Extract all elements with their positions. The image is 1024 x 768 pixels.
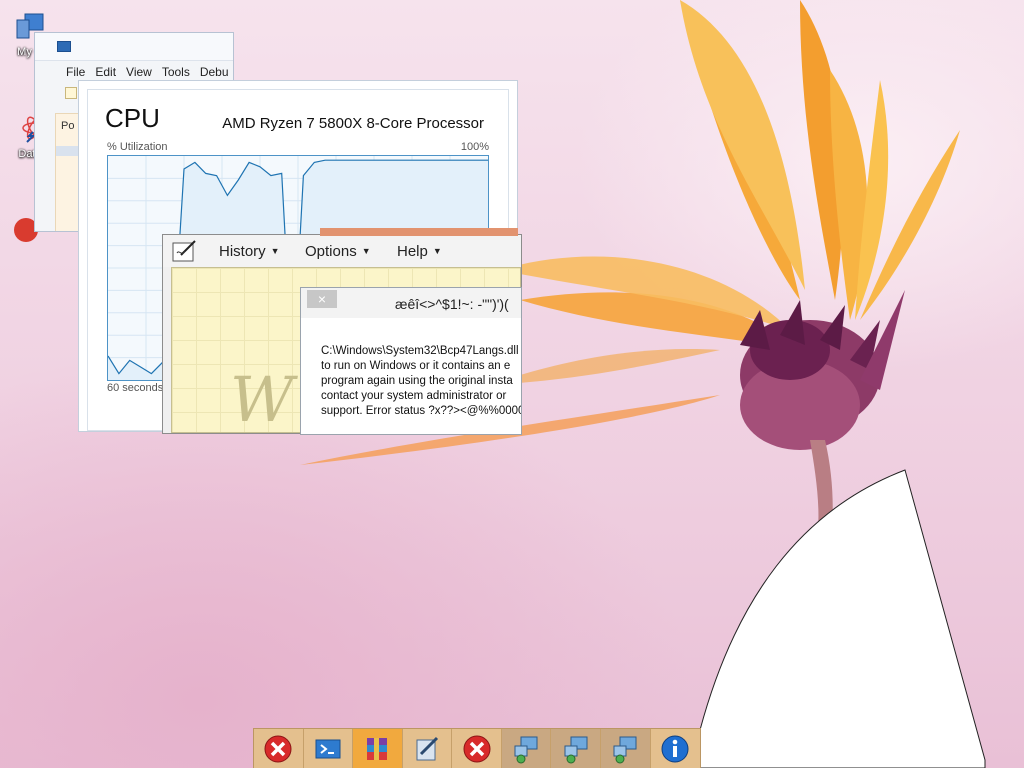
orange-window-edge [320, 228, 518, 236]
background-window-titlebar[interactable] [35, 33, 233, 61]
info-icon [661, 735, 689, 763]
notepad-menubar: History ▼ Options ▼ Help ▼ [163, 235, 521, 267]
time-span-label: 60 seconds [107, 382, 164, 394]
taskbar-button-winrar[interactable] [353, 729, 403, 768]
archive-icon [367, 738, 388, 760]
menu-help[interactable]: Help ▼ [397, 243, 442, 260]
menu-view[interactable]: View [121, 65, 157, 79]
taskbar-button-network-app-3[interactable] [600, 729, 651, 768]
error-dialog-title: æêî<>^$1!~: -"")')( [395, 296, 509, 312]
taskbar-button-powershell[interactable] [304, 729, 354, 768]
taskbar-button-network-app-2[interactable] [551, 729, 601, 768]
network-icon [613, 736, 637, 764]
background-window-menubar: File Edit View Tools Debu [61, 65, 233, 79]
network-icon [514, 736, 538, 764]
powershell-icon [315, 739, 341, 759]
error-dialog-titlebar[interactable]: × æêî<>^$1!~: -"")')( [301, 288, 521, 318]
menu-debug[interactable]: Debu [195, 65, 233, 79]
taskbar-button-info-app[interactable] [651, 729, 701, 768]
side-selection [56, 146, 80, 156]
taskbar-button-network-app-1[interactable] [501, 729, 552, 768]
close-button[interactable]: × [307, 290, 337, 308]
utilization-label: % Utilization [107, 141, 168, 153]
max-percent-label: 100% [460, 141, 489, 153]
menu-options[interactable]: Options ▼ [305, 243, 371, 260]
pen-paper-icon [172, 240, 196, 262]
error-icon [264, 735, 292, 763]
notepad-icon [416, 736, 439, 761]
new-file-icon[interactable] [65, 87, 77, 99]
menu-edit[interactable]: Edit [90, 65, 121, 79]
network-icon [564, 736, 588, 764]
menu-file[interactable]: File [61, 65, 90, 79]
watermark-text: W [230, 363, 294, 434]
cpu-heading: CPU [105, 103, 160, 133]
taskbar-button-error-app-2[interactable] [452, 729, 502, 768]
error-dialog[interactable]: × æêî<>^$1!~: -"")')( C:\Windows\System3… [300, 287, 522, 435]
side-tab[interactable]: Po [56, 114, 80, 132]
error-icon [463, 735, 491, 763]
taskbar [253, 728, 701, 768]
powershell-icon [57, 41, 71, 52]
menu-history[interactable]: History ▼ [219, 243, 280, 260]
taskbar-button-notepad-app[interactable] [403, 729, 453, 768]
taskbar-button-error-app-1[interactable] [254, 729, 304, 768]
cpu-model-name: AMD Ryzen 7 5800X 8-Core Processor [222, 115, 484, 132]
menu-tools[interactable]: Tools [157, 65, 195, 79]
error-message: C:\Windows\System32\Bcp47Langs.dll to ru… [321, 345, 522, 417]
